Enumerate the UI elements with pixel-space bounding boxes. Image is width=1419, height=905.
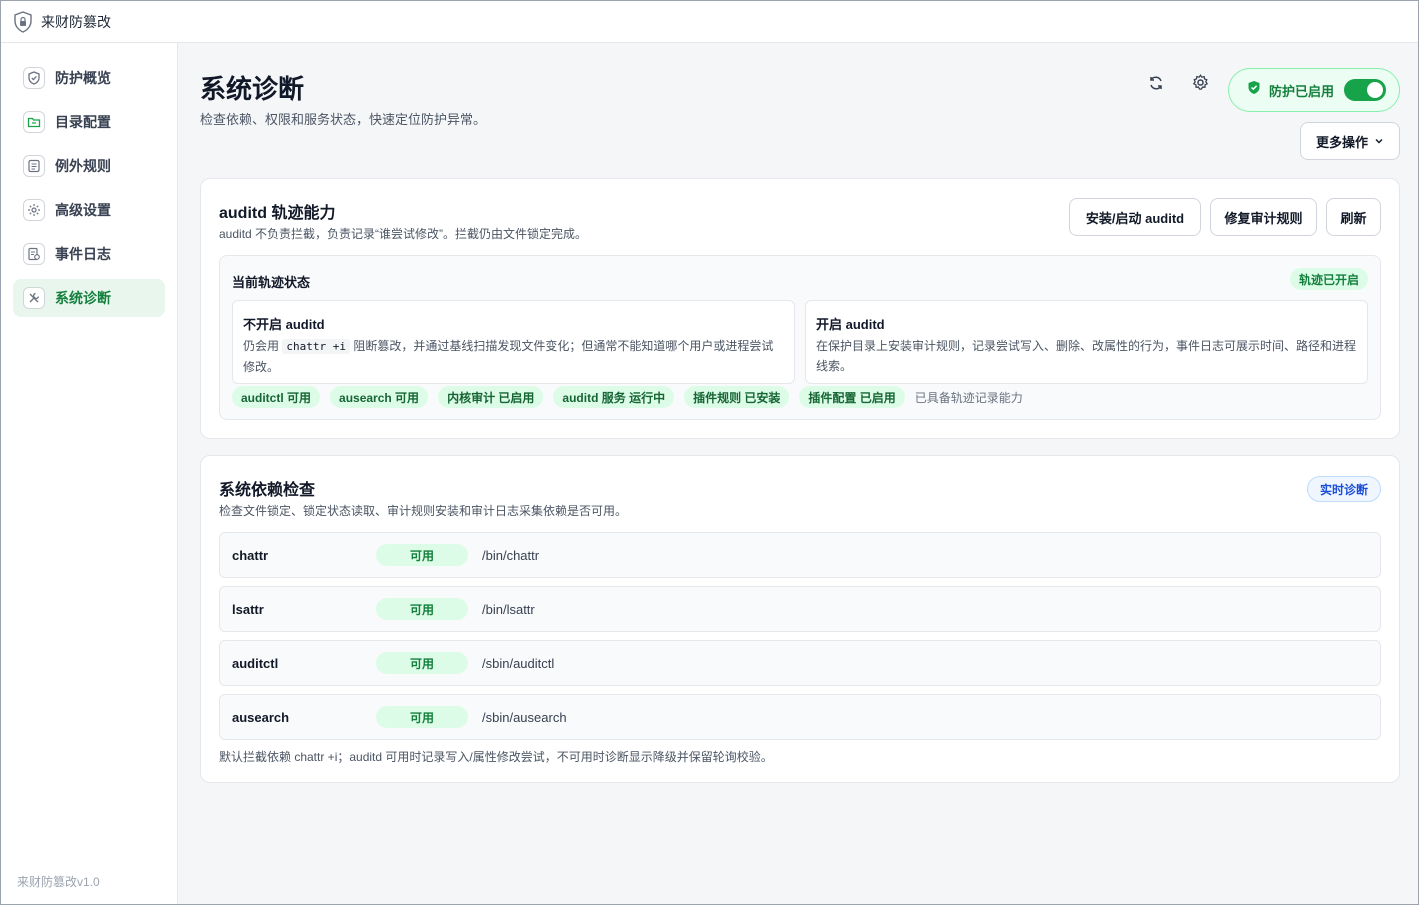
app-window: 来财防篡改 防护概览 目录配置 例外规则 高级设置 事件日志 系统诊断 来财防篡… — [0, 0, 1419, 905]
settings-button[interactable] — [1186, 71, 1214, 99]
auditd-card-title: auditd 轨迹能力 — [219, 205, 336, 222]
auditd-card: auditd 轨迹能力 auditd 不负责拦截，负责记录“谁尝试修改”。拦截仍… — [200, 178, 1400, 439]
status-tag: 插件配置 已启用 — [799, 386, 905, 408]
dependency-path: /sbin/ausearch — [482, 710, 567, 725]
main-content: 系统诊断 检查依赖、权限和服务状态，快速定位防护异常。 防护已启用 更多操作 a… — [178, 43, 1418, 904]
status-tag: auditctl 可用 — [232, 386, 321, 408]
table-row: chattr 可用 /bin/chattr — [219, 532, 1381, 578]
install-auditd-button[interactable]: 安装/启动 auditd — [1069, 198, 1201, 236]
more-actions-label: 更多操作 — [1315, 134, 1368, 150]
sidebar-item-label: 目录配置 — [55, 114, 111, 130]
sidebar-nav: 防护概览 目录配置 例外规则 高级设置 事件日志 系统诊断 — [1, 43, 177, 317]
trace-status-title: 当前轨迹状态 — [232, 275, 311, 290]
status-tag: 内核审计 已启用 — [438, 386, 544, 408]
sidebar-item-label: 事件日志 — [55, 246, 111, 262]
protection-label: 防护已启用 — [1269, 83, 1335, 99]
refresh-button[interactable] — [1142, 71, 1170, 99]
auditd-off-box: 不开启 auditd 仍会用 chattr +i 阻断篡改，并通过基线扫描发现文… — [232, 300, 795, 384]
sidebar: 防护概览 目录配置 例外规则 高级设置 事件日志 系统诊断 来财防篡改v1.0 — [1, 43, 178, 904]
more-actions-button[interactable]: 更多操作 — [1300, 122, 1400, 160]
sidebar-item-diagnostics[interactable]: 系统诊断 — [13, 279, 165, 317]
folder-icon — [23, 111, 45, 133]
dependency-name: chattr — [232, 548, 269, 563]
auditd-on-desc: 在保护目录上安装审计规则，记录尝试写入、删除、改属性的行为，事件日志可展示时间、… — [816, 339, 1357, 373]
dependency-name: lsattr — [232, 602, 264, 617]
window-title: 来财防篡改 — [41, 13, 111, 30]
auditd-off-title: 不开启 auditd — [243, 317, 325, 332]
dependency-name: ausearch — [232, 710, 290, 725]
log-icon — [23, 243, 45, 265]
sidebar-item-overview[interactable]: 防护概览 — [13, 59, 165, 97]
page-subtitle: 检查依赖、权限和服务状态，快速定位防护异常。 — [200, 112, 487, 127]
repair-audit-rules-button[interactable]: 修复审计规则 — [1210, 198, 1317, 236]
table-row: lsattr 可用 /bin/lsattr — [219, 586, 1381, 632]
status-tag: 插件规则 已安装 — [684, 386, 790, 408]
auditd-on-title: 开启 auditd — [816, 317, 885, 332]
titlebar: 来财防篡改 — [1, 1, 1418, 43]
protection-toggle[interactable] — [1344, 79, 1387, 101]
capability-note: 已具备轨迹记录能力 — [914, 390, 1023, 405]
dependency-footnote: 默认拦截依赖 chattr +i；auditd 可用时记录写入/属性修改尝试，不… — [219, 750, 773, 764]
protection-status: 防护已启用 — [1228, 68, 1400, 112]
status-tag: auditd 服务 运行中 — [553, 386, 675, 408]
sidebar-item-event-log[interactable]: 事件日志 — [13, 235, 165, 273]
tools-icon — [23, 287, 45, 309]
realtime-diagnosis-button[interactable]: 实时诊断 — [1307, 476, 1381, 502]
dependency-name: auditctl — [232, 656, 279, 671]
status-badge: 可用 — [376, 706, 468, 728]
dependency-path: /sbin/auditctl — [482, 656, 555, 671]
toggle-knob — [1367, 82, 1384, 98]
auditd-on-box: 开启 auditd 在保护目录上安装审计规则，记录尝试写入、删除、改属性的行为，… — [805, 300, 1368, 384]
sidebar-item-advanced[interactable]: 高级设置 — [13, 191, 165, 229]
refresh-audit-button[interactable]: 刷新 — [1326, 198, 1381, 236]
auditd-off-desc: 仍会用 chattr +i 阻断篡改，并通过基线扫描发现文件变化；但通常不能知道… — [243, 336, 784, 377]
sidebar-item-label: 高级设置 — [55, 202, 111, 218]
status-badge: 可用 — [376, 598, 468, 620]
gear-icon — [23, 199, 45, 221]
app-shield-lock-icon — [13, 10, 33, 33]
table-row: auditctl 可用 /sbin/auditctl — [219, 640, 1381, 686]
gear-icon — [1192, 74, 1209, 96]
chevron-down-icon — [1374, 134, 1384, 149]
sidebar-item-label: 防护概览 — [55, 70, 111, 86]
page-title: 系统诊断 — [200, 74, 305, 104]
shield-check-icon — [1247, 80, 1261, 100]
auditd-off-desc-before: 仍会用 — [243, 339, 280, 353]
dependency-card-desc: 检查文件锁定、锁定状态读取、审计规则安装和审计日志采集依赖是否可用。 — [219, 504, 628, 518]
sidebar-item-label: 例外规则 — [55, 158, 111, 174]
dependency-card-title: 系统依赖检查 — [219, 482, 316, 499]
list-icon — [23, 155, 45, 177]
sidebar-item-directories[interactable]: 目录配置 — [13, 103, 165, 141]
dependency-card: 系统依赖检查 检查文件锁定、锁定状态读取、审计规则安装和审计日志采集依赖是否可用… — [200, 455, 1400, 783]
sidebar-item-exceptions[interactable]: 例外规则 — [13, 147, 165, 185]
dependency-path: /bin/chattr — [482, 548, 540, 563]
status-badge: 可用 — [376, 652, 468, 674]
trace-status-panel: 当前轨迹状态 轨迹已开启 不开启 auditd 仍会用 chattr +i 阻断… — [219, 255, 1381, 420]
trace-status-badge: 轨迹已开启 — [1290, 268, 1368, 290]
sidebar-item-label: 系统诊断 — [55, 290, 111, 306]
app-version: 来财防篡改v1.0 — [17, 875, 100, 889]
chattr-code: chattr +i — [282, 339, 350, 354]
refresh-icon — [1148, 75, 1164, 96]
auditd-card-desc: auditd 不负责拦截，负责记录“谁尝试修改”。拦截仍由文件锁定完成。 — [219, 227, 588, 241]
dependency-path: /bin/lsattr — [482, 602, 535, 617]
table-row: ausearch 可用 /sbin/ausearch — [219, 694, 1381, 740]
status-badge: 可用 — [376, 544, 468, 566]
status-tag: ausearch 可用 — [330, 386, 429, 408]
capability-tags: auditctl 可用 ausearch 可用 内核审计 已启用 auditd … — [232, 386, 1023, 408]
shield-icon — [23, 67, 45, 89]
